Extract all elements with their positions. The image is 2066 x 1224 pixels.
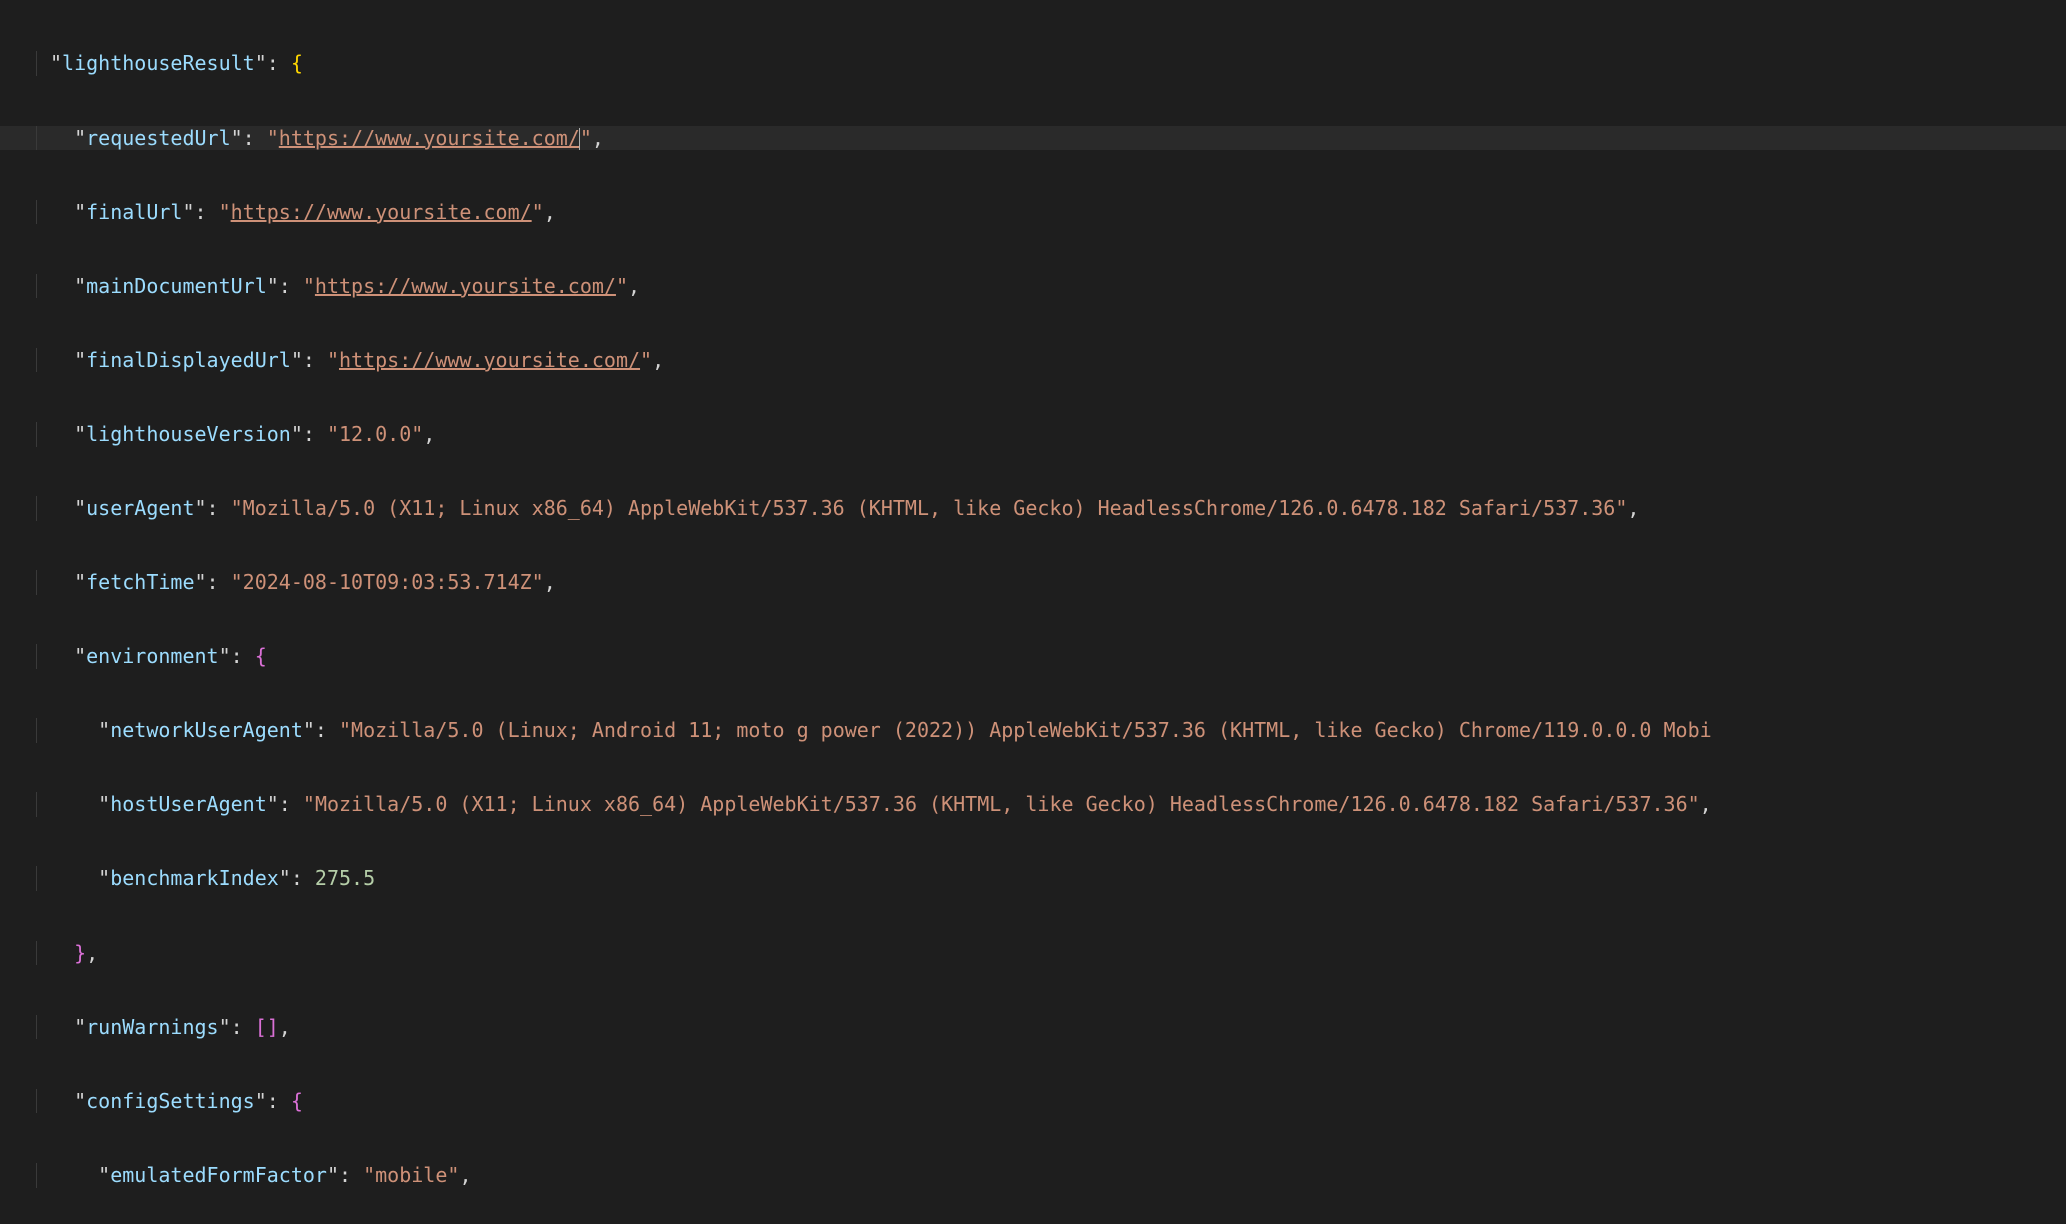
code-line: "hostUserAgent": "Mozilla/5.0 (X11; Linu… — [50, 792, 1712, 817]
code-line: "finalUrl": "https://www.yoursite.com/", — [50, 200, 556, 225]
code-line: "networkUserAgent": "Mozilla/5.0 (Linux;… — [50, 718, 1712, 743]
code-line: "runWarnings": [], — [50, 1015, 291, 1040]
code-editor[interactable]: "lighthouseResult": { "requestedUrl": "h… — [0, 0, 2066, 1224]
code-line: "fetchTime": "2024-08-10T09:03:53.714Z", — [50, 570, 556, 595]
code-line: "userAgent": "Mozilla/5.0 (X11; Linux x8… — [50, 496, 1639, 521]
code-line: "lighthouseResult": { — [50, 51, 303, 76]
code-line: "emulatedFormFactor": "mobile", — [50, 1163, 471, 1188]
code-line: "benchmarkIndex": 275.5 — [50, 866, 375, 891]
code-line: "finalDisplayedUrl": "https://www.yoursi… — [50, 348, 664, 373]
code-line: "mainDocumentUrl": "https://www.yoursite… — [50, 274, 640, 299]
code-line: }, — [50, 941, 98, 966]
code-line: "configSettings": { — [50, 1089, 303, 1114]
code-line: "requestedUrl": "https://www.yoursite.co… — [50, 126, 604, 151]
code-line: "environment": { — [50, 644, 267, 669]
code-line: "lighthouseVersion": "12.0.0", — [50, 422, 435, 447]
